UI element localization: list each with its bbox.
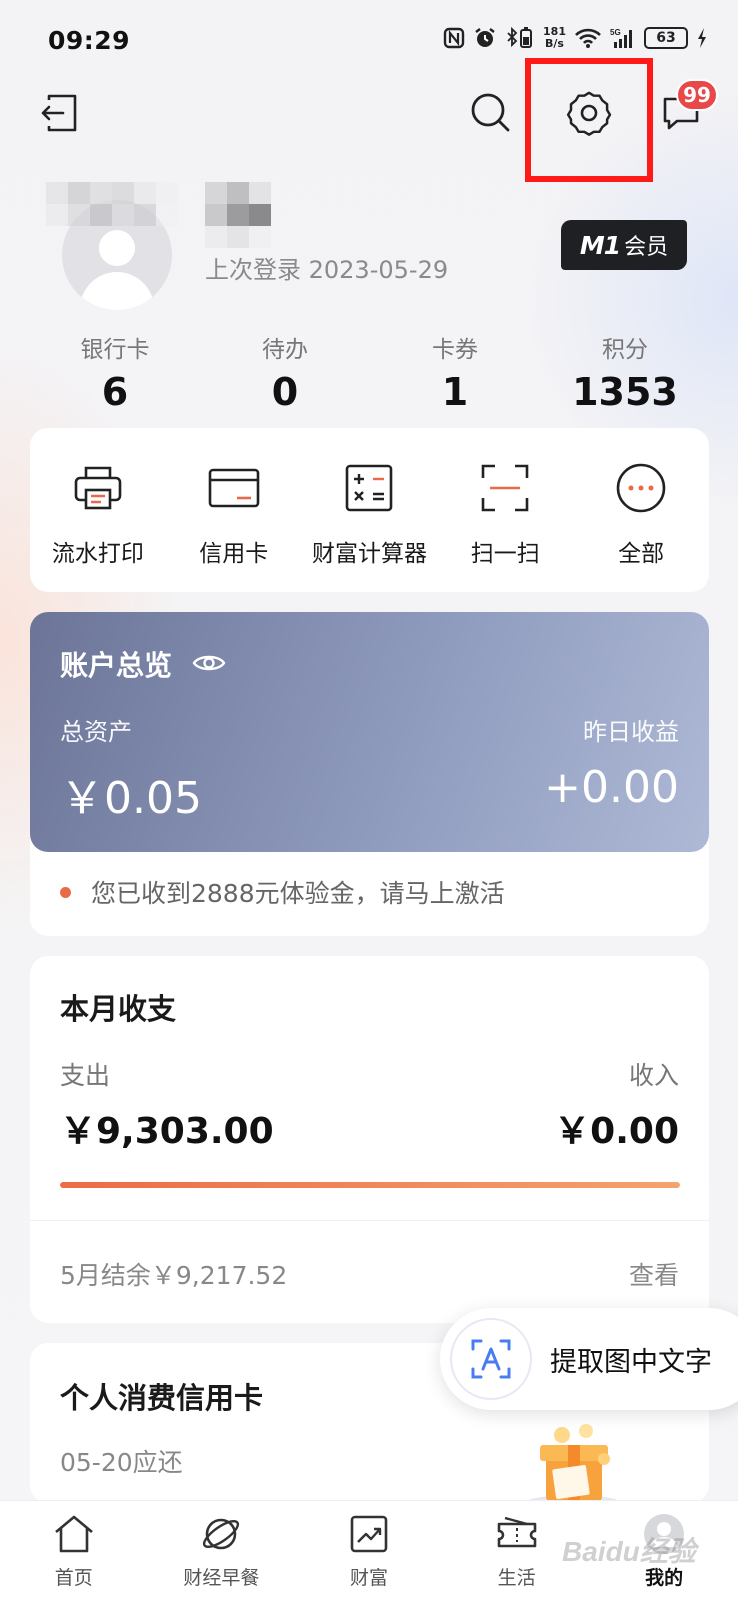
quick-action-credit-card[interactable]: 信用卡 — [169, 458, 299, 592]
eye-icon[interactable] — [192, 648, 226, 681]
account-overview-panel[interactable]: 账户总览 总资产 昨日收益 ￥0.05 +0.00 — [30, 612, 709, 852]
ticket-icon — [494, 1511, 540, 1557]
nav-home[interactable]: 首页 — [0, 1501, 148, 1600]
notice-text: 您已收到2888元体验金，请马上激活 — [91, 879, 505, 908]
signal-icon: 5G — [610, 27, 636, 49]
expense-value: ￥9,303.00 — [60, 1111, 274, 1152]
quick-action-all[interactable]: 全部 — [576, 458, 706, 592]
quick-actions-card: 流水打印 信用卡 财富计算器 扫一扫 全部 — [30, 428, 709, 592]
stat-bank-cards[interactable]: 银行卡 6 — [30, 330, 200, 420]
divider — [30, 1220, 709, 1221]
calculator-icon — [339, 458, 399, 518]
printer-icon — [68, 458, 128, 518]
stat-label: 待办 — [262, 337, 308, 363]
nav-wealth[interactable]: 财富 — [295, 1501, 443, 1600]
member-badge[interactable]: M1 会员 — [561, 220, 687, 270]
battery-indicator: 63 — [644, 27, 688, 49]
member-level: M1 — [579, 230, 621, 260]
yesterday-earnings-value: +0.00 — [544, 762, 679, 813]
extract-text-label: 提取图中文字 — [550, 1346, 712, 1378]
quick-action-label: 流水打印 — [51, 541, 144, 567]
highlight-frame — [525, 58, 653, 182]
monthly-title: 本月收支 — [60, 992, 177, 1026]
gift-box-icon — [518, 1415, 628, 1511]
alarm-icon — [473, 26, 497, 50]
bluetooth-battery-icon — [505, 26, 535, 50]
overview-title: 账户总览 — [60, 649, 173, 682]
nav-label: 首页 — [54, 1567, 93, 1589]
nav-label: 财经早餐 — [183, 1567, 260, 1589]
stat-coupons[interactable]: 卡券 1 — [370, 330, 540, 420]
account-overview-card: 账户总览 总资产 昨日收益 ￥0.05 +0.00 您已收到2888元体验金，请… — [30, 612, 709, 936]
overview-title-row: 账户总览 — [60, 644, 226, 684]
exit-icon — [39, 92, 79, 138]
total-assets-value: ￥0.05 — [60, 773, 202, 824]
last-login: 上次登录 2023-05-29 — [205, 256, 449, 284]
stat-points[interactable]: 积分 1353 — [540, 330, 710, 420]
quick-action-label: 信用卡 — [199, 541, 269, 567]
yesterday-earnings-label: 昨日收益 — [583, 718, 679, 746]
income-label: 收入 — [628, 1061, 679, 1090]
scan-icon — [475, 458, 535, 518]
exit-button[interactable] — [34, 90, 84, 140]
status-icons: 181 B/s 5G 63 — [443, 26, 708, 50]
income-value: ￥0.00 — [554, 1111, 679, 1152]
watermark: Baidu经验 — [562, 1536, 696, 1567]
expense-label: 支出 — [60, 1061, 111, 1090]
quick-action-statement-print[interactable]: 流水打印 — [33, 458, 163, 592]
avatar-body — [80, 272, 154, 310]
profile-header: 上次登录 2023-05-29 M1 会员 — [0, 180, 738, 310]
stat-value: 1 — [441, 370, 469, 414]
nav-label: 财富 — [349, 1567, 388, 1589]
nav-finance-breakfast[interactable]: 财经早餐 — [148, 1501, 296, 1600]
stat-todo[interactable]: 待办 0 — [200, 330, 370, 420]
expense-income-bar — [60, 1182, 680, 1188]
credit-card-icon — [204, 458, 264, 518]
planet-icon — [198, 1511, 244, 1557]
quick-action-label: 财富计算器 — [311, 541, 427, 567]
blurred-avatar-mosaic — [46, 182, 178, 226]
charging-icon — [696, 27, 708, 49]
stat-label: 积分 — [602, 337, 648, 363]
quick-action-scan[interactable]: 扫一扫 — [440, 458, 570, 592]
monthly-summary-card: 本月收支 支出 收入 ￥9,303.00 ￥0.00 5月结余￥9,217.52… — [30, 956, 709, 1323]
stat-value: 6 — [101, 370, 129, 414]
avatar-head — [99, 230, 135, 266]
trend-chart-icon — [346, 1511, 392, 1557]
svg-text:5G: 5G — [610, 28, 621, 37]
trial-fund-notice[interactable]: 您已收到2888元体验金，请马上激活 — [60, 874, 505, 910]
extract-text-button[interactable]: 提取图中文字 — [440, 1308, 738, 1410]
home-icon — [51, 1511, 97, 1557]
search-icon — [469, 91, 513, 139]
net-speed: 181 B/s — [543, 26, 566, 50]
stat-value: 1353 — [572, 370, 678, 414]
total-assets-label: 总资产 — [60, 718, 132, 746]
stat-value: 0 — [271, 370, 299, 414]
messages-badge: 99 — [676, 79, 718, 111]
credit-card-title: 个人消费信用卡 — [60, 1381, 264, 1415]
view-button[interactable]: 查看 — [629, 1256, 679, 1292]
quick-action-wealth-calculator[interactable]: 财富计算器 — [304, 458, 434, 592]
wifi-icon — [574, 27, 602, 49]
status-time: 09:29 — [48, 26, 131, 55]
notice-dot — [60, 886, 71, 898]
quick-action-label: 扫一扫 — [470, 541, 540, 567]
text-recognition-icon — [450, 1318, 532, 1400]
search-button[interactable] — [465, 89, 517, 141]
monthly-balance: 5月结余￥9,217.52 — [60, 1261, 288, 1290]
account-stats: 银行卡 6 待办 0 卡券 1 积分 1353 — [30, 330, 710, 420]
credit-card-due: 05-20应还 — [60, 1448, 183, 1477]
more-icon — [611, 458, 671, 518]
blurred-name-mosaic — [205, 182, 271, 248]
expense-bar-fill — [60, 1182, 680, 1188]
stat-label: 银行卡 — [80, 337, 150, 363]
quick-action-label: 全部 — [618, 541, 665, 567]
nfc-icon — [443, 27, 465, 49]
stat-label: 卡券 — [432, 337, 478, 363]
net-speed-unit: B/s — [545, 37, 564, 50]
member-label: 会员 — [624, 235, 669, 260]
